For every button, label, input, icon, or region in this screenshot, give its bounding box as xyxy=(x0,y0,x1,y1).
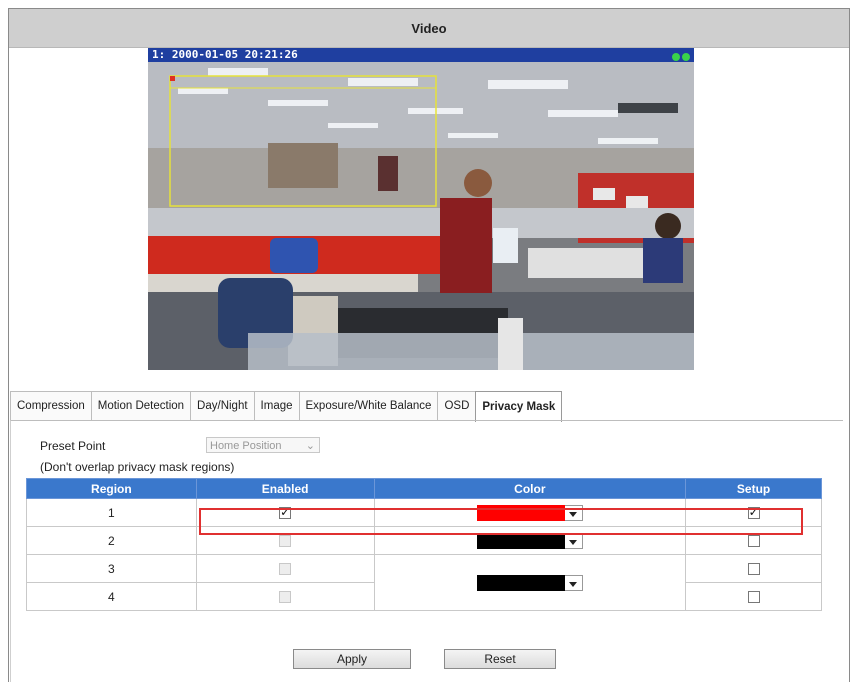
column-header-color: Color xyxy=(373,478,687,499)
table-row: 3 xyxy=(26,554,822,611)
preset-point-select[interactable]: Home Position ⌄ xyxy=(206,437,320,453)
color-swatch xyxy=(476,532,565,549)
setup-checkbox[interactable] xyxy=(747,591,760,604)
color-cell xyxy=(373,526,687,555)
window-title: Video xyxy=(9,9,849,48)
enabled-checkbox[interactable] xyxy=(279,591,292,604)
dropdown-arrow-icon xyxy=(564,574,583,591)
column-header-enabled: Enabled xyxy=(195,478,375,499)
camera-image xyxy=(148,62,694,370)
setup-checkbox[interactable] xyxy=(747,563,760,576)
color-swatch xyxy=(476,574,565,591)
column-header-region: Region xyxy=(26,478,197,499)
video-osd-timestamp: 1: 2000-01-05 20:21:26 xyxy=(148,48,694,62)
color-select[interactable] xyxy=(476,532,583,549)
tab-privacy-mask[interactable]: Privacy Mask xyxy=(475,391,563,422)
enabled-checkbox[interactable] xyxy=(279,563,292,576)
enabled-checkbox[interactable] xyxy=(279,535,292,548)
setup-cell xyxy=(685,554,822,583)
color-cell xyxy=(373,498,687,527)
apply-button[interactable]: Apply xyxy=(293,649,411,669)
setup-cell xyxy=(685,498,822,527)
enabled-cell xyxy=(195,554,375,583)
tab-motion-detection[interactable]: Motion Detection xyxy=(90,391,192,420)
color-swatch xyxy=(476,504,565,521)
region-number: 3 xyxy=(26,554,197,583)
setup-cell xyxy=(685,526,822,555)
region-number: 1 xyxy=(26,498,197,527)
osd-text: 1: 2000-01-05 20:21:26 xyxy=(152,48,298,61)
setup-checkbox[interactable] xyxy=(747,535,760,548)
overlap-note: (Don't overlap privacy mask regions) xyxy=(40,460,235,474)
column-header-setup: Setup xyxy=(685,478,822,499)
setup-cell xyxy=(685,582,822,611)
table-row: 1 xyxy=(26,498,822,527)
color-select[interactable] xyxy=(476,504,583,521)
status-indicator-icon xyxy=(670,51,690,65)
preset-point-label: Preset Point xyxy=(40,439,106,453)
enabled-cell xyxy=(195,498,375,527)
enabled-cell xyxy=(195,526,375,555)
table-row: 2 xyxy=(26,526,822,555)
dropdown-arrow-icon xyxy=(564,532,583,549)
privacy-mask-table: Region Enabled Color Setup 1 2 3 xyxy=(26,478,822,611)
reset-button[interactable]: Reset xyxy=(444,649,556,669)
settings-tabs: Compression Motion Detection Day/Night I… xyxy=(10,391,563,422)
region-number: 2 xyxy=(26,526,197,555)
tab-osd[interactable]: OSD xyxy=(437,391,477,420)
enabled-checkbox[interactable] xyxy=(279,505,292,520)
chevron-down-icon: ⌄ xyxy=(305,440,315,452)
camera-live-view[interactable]: 1: 2000-01-05 20:21:26 xyxy=(148,48,694,370)
dropdown-arrow-icon xyxy=(564,504,583,521)
preset-point-value: Home Position xyxy=(210,440,282,452)
color-select[interactable] xyxy=(476,574,583,591)
tab-compression[interactable]: Compression xyxy=(10,391,92,420)
color-cell xyxy=(373,554,687,611)
enabled-cell xyxy=(195,582,375,611)
region-number: 4 xyxy=(26,582,197,611)
table-header-row: Region Enabled Color Setup xyxy=(26,478,822,499)
tab-exposure-white-balance[interactable]: Exposure/White Balance xyxy=(298,391,439,420)
tab-day-night[interactable]: Day/Night xyxy=(190,391,255,420)
setup-checkbox[interactable] xyxy=(747,505,760,520)
tab-image[interactable]: Image xyxy=(253,391,300,420)
